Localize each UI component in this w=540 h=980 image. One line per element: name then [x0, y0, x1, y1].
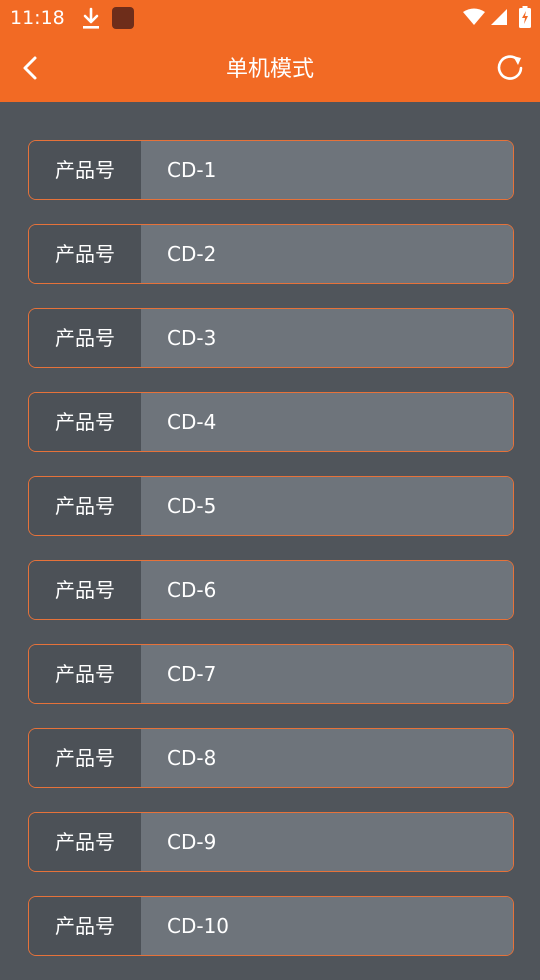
status-bar: 11:18: [0, 0, 540, 36]
product-value-field[interactable]: CD-6: [141, 561, 513, 619]
product-row: 产品号 CD-7: [28, 644, 514, 704]
product-value-field[interactable]: CD-9: [141, 813, 513, 871]
wifi-icon: [463, 8, 485, 25]
download-icon: [83, 7, 99, 29]
product-row: 产品号 CD-6: [28, 560, 514, 620]
product-label: 产品号: [29, 729, 141, 787]
product-value-field[interactable]: CD-8: [141, 729, 513, 787]
product-value-field[interactable]: CD-3: [141, 309, 513, 367]
product-value-field[interactable]: CD-5: [141, 477, 513, 535]
status-time: 11:18: [10, 7, 65, 29]
product-label: 产品号: [29, 225, 141, 283]
product-value-field[interactable]: CD-1: [141, 141, 513, 199]
product-row: 产品号 CD-2: [28, 224, 514, 284]
app-notification-icon: [112, 7, 134, 29]
product-row: 产品号 CD-3: [28, 308, 514, 368]
cell-signal-icon: [491, 9, 507, 25]
product-row: 产品号 CD-5: [28, 476, 514, 536]
product-label: 产品号: [29, 561, 141, 619]
product-row: 产品号 CD-1: [28, 140, 514, 200]
product-value-field[interactable]: CD-4: [141, 393, 513, 451]
back-button[interactable]: [14, 52, 48, 84]
product-row: 产品号 CD-4: [28, 392, 514, 452]
product-row: 产品号 CD-8: [28, 728, 514, 788]
refresh-button[interactable]: [494, 52, 526, 84]
product-row: 产品号 CD-10: [28, 896, 514, 956]
product-label: 产品号: [29, 309, 141, 367]
product-label: 产品号: [29, 645, 141, 703]
product-value-field[interactable]: CD-2: [141, 225, 513, 283]
product-label: 产品号: [29, 897, 141, 955]
product-row: 产品号 CD-9: [28, 812, 514, 872]
battery-charging-icon: [519, 6, 531, 28]
app-header: 11:18 单机模式: [0, 0, 540, 102]
product-label: 产品号: [29, 813, 141, 871]
product-label: 产品号: [29, 393, 141, 451]
product-value-field[interactable]: CD-7: [141, 645, 513, 703]
product-value-field[interactable]: CD-10: [141, 897, 513, 955]
product-label: 产品号: [29, 141, 141, 199]
product-label: 产品号: [29, 477, 141, 535]
page-title: 单机模式: [225, 57, 314, 82]
product-list: 产品号 CD-1 产品号 CD-2 产品号 CD-3 产品号 CD-4 产品号 …: [28, 140, 514, 980]
